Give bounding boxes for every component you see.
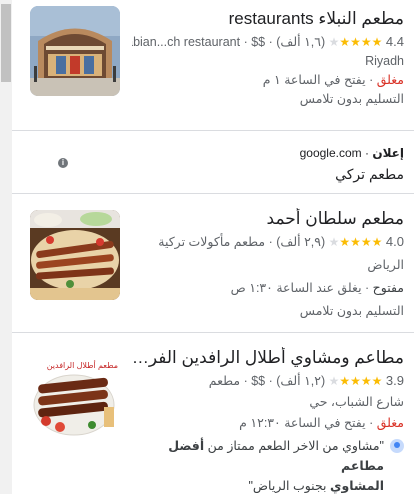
- hours-text: يغلق عند الساعة ١:٣٠ ص: [230, 281, 362, 295]
- photo-caption: مطعم أطلال الرافدين: [46, 361, 118, 370]
- hours-text: يفتح في الساعة ١ م: [262, 73, 366, 87]
- ad-title[interactable]: مطعم تركي: [335, 166, 404, 183]
- hours-text: يفتح في الساعة ١٢:٣٠ م: [239, 416, 366, 430]
- result-info: مطاعم ومشاوي أطلال الرافدين الفرع الرئ..…: [122, 347, 404, 496]
- status-badge: مغلق: [376, 416, 404, 430]
- result-card[interactable]: مطعم سلطان أحمد 4.0 ★★★★★ (٢,٩ ألف) · مط…: [12, 194, 414, 333]
- category: مطعم: [208, 374, 241, 388]
- result-meta: 4.0 ★★★★★ (٢,٩ ألف) · مطعم مأكولات تركية: [158, 234, 404, 249]
- result-title[interactable]: مطاعم ومشاوي أطلال الرافدين الفرع الرئ..…: [122, 347, 404, 369]
- results-list: مطعم النبلاء restaurants 4.4 ★★★★★ (١,٦ …: [12, 0, 414, 494]
- price-level: $$: [251, 35, 266, 49]
- review-highlight: المشاوي: [330, 479, 384, 493]
- result-meta: 3.9 ★★★★★ (١,٢ ألف) · $$ · مطعم: [208, 373, 404, 388]
- result-hours: مغلق · يفتح في الساعة ١ م: [262, 73, 404, 87]
- status-badge: مفتوح: [372, 281, 404, 295]
- review-snippet: "مشاوي من الاخر الطعم ممتاز من أفضل مطاع…: [122, 436, 404, 496]
- scrollbar-thumb[interactable]: [1, 4, 11, 82]
- delivery-option: التسليم بدون تلامس: [299, 92, 404, 106]
- price-level: $$: [251, 374, 266, 388]
- result-hours: مفتوح · يغلق عند الساعة ١:٣٠ ص: [230, 281, 404, 295]
- ad-header: إعلان · google.com: [299, 146, 404, 160]
- reviewer-avatar-icon: [390, 439, 404, 453]
- review-count: (١,٦ ألف): [276, 35, 326, 49]
- category: Saudi Arabian...ch restaurant: [132, 35, 241, 49]
- result-info: مطعم النبلاء restaurants 4.4 ★★★★★ (١,٦ …: [132, 8, 404, 109]
- star-rating-icon: ★★★★★: [328, 35, 383, 49]
- review-text-end: بجنوب الرياض": [248, 479, 327, 493]
- kebab-platter-icon: [30, 210, 120, 300]
- ad-source[interactable]: google.com: [300, 146, 362, 160]
- result-info: مطعم سلطان أحمد 4.0 ★★★★★ (٢,٩ ألف) · مط…: [132, 208, 404, 321]
- ad-label: إعلان: [372, 146, 404, 160]
- rating-value: 3.9: [385, 373, 404, 388]
- result-location: الرياض: [367, 258, 404, 272]
- result-hours: مغلق · يفتح في الساعة ١٢:٣٠ م: [239, 416, 404, 430]
- status-badge: مغلق: [376, 73, 404, 87]
- restaurant-building-icon: [30, 6, 120, 96]
- review-count: (١,٢ ألف): [276, 374, 326, 388]
- rating-value: 4.4: [385, 34, 404, 49]
- star-rating-icon: ★★★★★: [328, 374, 383, 388]
- result-title[interactable]: مطعم النبلاء restaurants: [132, 8, 404, 30]
- scrollbar-track[interactable]: [0, 0, 12, 494]
- result-location: Riyadh: [365, 54, 404, 68]
- result-card[interactable]: مطعم النبلاء restaurants 4.4 ★★★★★ (١,٦ …: [12, 0, 414, 131]
- restaurant-photo[interactable]: [30, 210, 120, 300]
- review-count: (٢,٩ ألف): [276, 235, 326, 249]
- category: مطعم مأكولات تركية: [158, 235, 266, 249]
- result-meta: 4.4 ★★★★★ (١,٦ ألف) · $$ · Saudi Arabian…: [132, 32, 404, 52]
- restaurant-photo[interactable]: [30, 6, 120, 96]
- sponsored-result[interactable]: إعلان · google.com مطعم تركي i: [12, 131, 414, 194]
- result-location: شارع الشباب، حي: [309, 395, 404, 409]
- rating-value: 4.0: [385, 234, 404, 249]
- result-card[interactable]: مطاعم ومشاوي أطلال الرافدين الفرع الرئ..…: [12, 333, 414, 494]
- restaurant-photo[interactable]: مطعم أطلال الرافدين: [30, 349, 120, 441]
- delivery-option: التسليم بدون تلامس: [299, 304, 404, 318]
- star-rating-icon: ★★★★★: [328, 235, 383, 249]
- result-title[interactable]: مطعم سلطان أحمد: [132, 208, 404, 230]
- review-text: "مشاوي من الاخر الطعم ممتاز من: [207, 439, 384, 453]
- info-icon[interactable]: i: [58, 158, 68, 168]
